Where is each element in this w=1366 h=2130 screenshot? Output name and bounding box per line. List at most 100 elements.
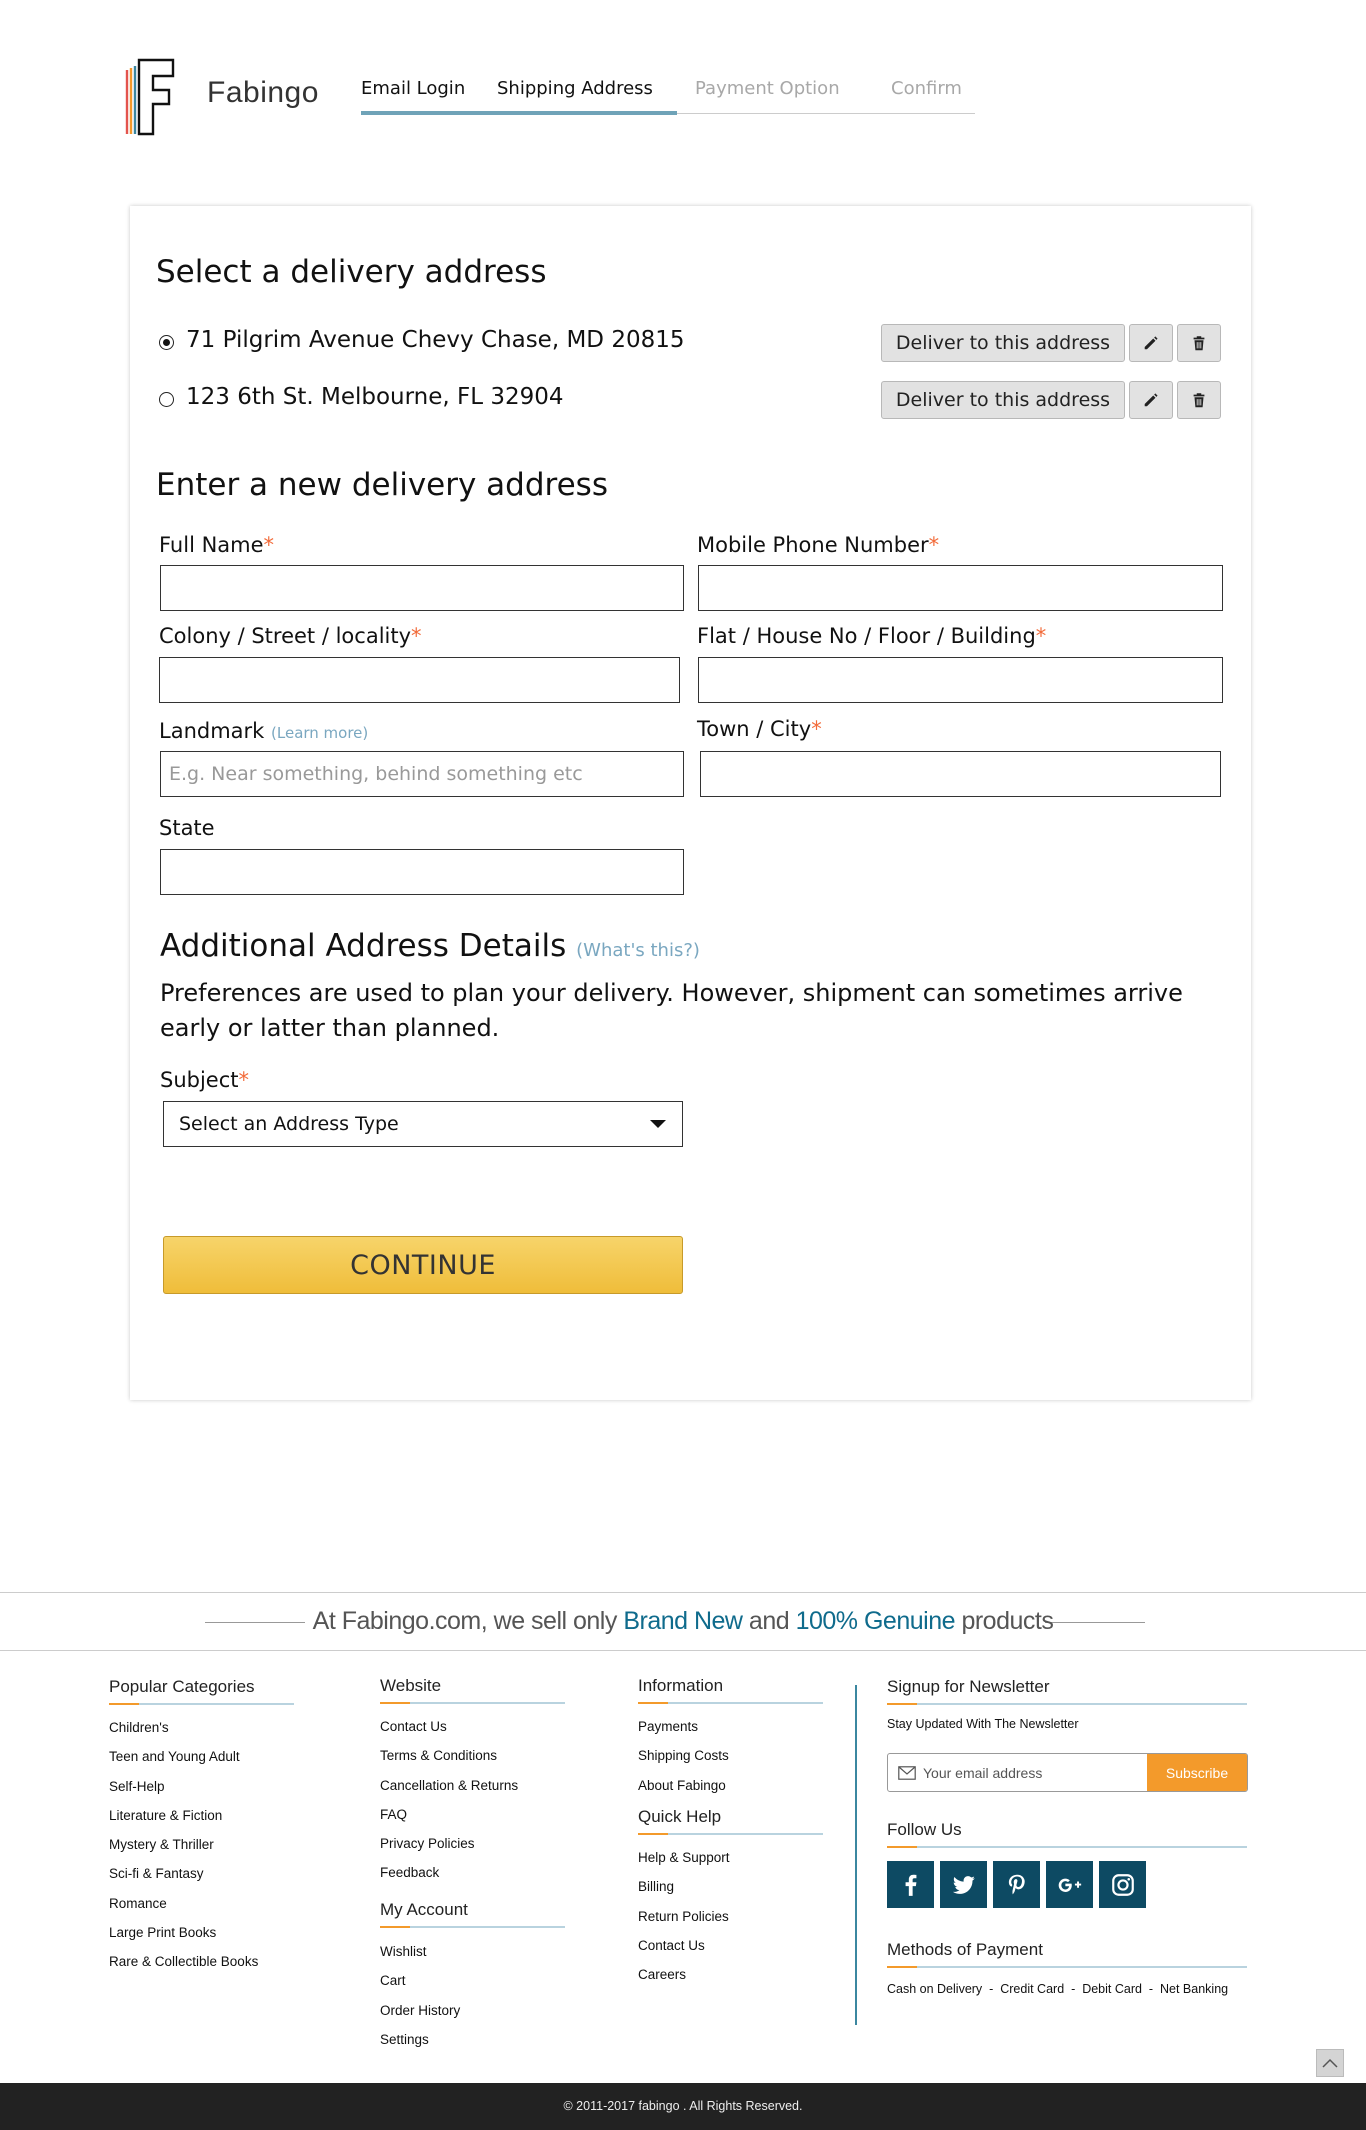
- newsletter-subtitle: Stay Updated With The Newsletter: [887, 1717, 1079, 1731]
- genuine-products-band: At Fabingo.com, we sell only Brand New a…: [0, 1592, 1366, 1651]
- newsletter-email-input[interactable]: [923, 1754, 1163, 1791]
- select-value: Select an Address Type: [179, 1113, 399, 1135]
- whats-this-link[interactable]: (What's this?): [576, 940, 700, 961]
- fabingo-logo[interactable]: [125, 58, 177, 136]
- delete-address-button[interactable]: [1177, 381, 1221, 419]
- town-city-input[interactable]: [700, 751, 1221, 797]
- additional-details-title: Additional Address Details (What's this?…: [160, 928, 700, 964]
- delivery-preferences-text: Preferences are used to plan your delive…: [160, 979, 1183, 1042]
- information-list: Payments Shipping Costs About Fabingo: [638, 1712, 729, 1800]
- scroll-to-top-button[interactable]: [1316, 2049, 1344, 2077]
- footer-link[interactable]: Order History: [380, 1996, 460, 2025]
- pencil-icon: [1144, 336, 1158, 350]
- envelope-icon: [898, 1766, 916, 1780]
- copyright: © 2011-2017 fabingo . All Rights Reserve…: [0, 2083, 1366, 2130]
- popular-categories-list: Children's Teen and Young Adult Self-Hel…: [109, 1713, 258, 1977]
- information-heading: Information: [638, 1676, 824, 1704]
- footer-link[interactable]: Literature & Fiction: [109, 1801, 258, 1830]
- town-label: Town / City*: [697, 717, 822, 741]
- step-payment-option: Payment Option: [695, 78, 840, 99]
- footer-link[interactable]: About Fabingo: [638, 1771, 729, 1800]
- address-text: 123 6th St. Melbourne, FL 32904: [186, 384, 564, 410]
- pinterest-icon[interactable]: [993, 1861, 1040, 1908]
- state-input[interactable]: [160, 849, 684, 895]
- subject-label: Subject*: [160, 1068, 250, 1092]
- step-shipping-address[interactable]: Shipping Address: [497, 78, 653, 99]
- state-label: State: [159, 816, 215, 840]
- footer-link[interactable]: Cancellation & Returns: [380, 1771, 518, 1800]
- footer-link[interactable]: Sci-fi & Fantasy: [109, 1859, 258, 1888]
- website-heading: Website: [380, 1676, 566, 1704]
- footer-link[interactable]: Mystery & Thriller: [109, 1830, 258, 1859]
- address-radio[interactable]: [159, 392, 174, 407]
- learn-more-link[interactable]: (Learn more): [271, 724, 368, 742]
- popular-categories-heading: Popular Categories: [109, 1677, 294, 1705]
- trash-icon: [1193, 393, 1205, 408]
- footer-link[interactable]: Privacy Policies: [380, 1829, 518, 1858]
- footer-link[interactable]: Settings: [380, 2025, 460, 2054]
- footer-link[interactable]: Children's: [109, 1713, 258, 1742]
- full-name-label: Full Name*: [159, 533, 275, 557]
- footer-link[interactable]: Rare & Collectible Books: [109, 1947, 258, 1976]
- address-radio[interactable]: [159, 335, 174, 350]
- payment-methods-text: Cash on Delivery - Credit Card - Debit C…: [887, 1982, 1229, 1996]
- footer-link[interactable]: Help & Support: [638, 1843, 730, 1872]
- street-input[interactable]: [159, 657, 680, 703]
- footer-link[interactable]: Terms & Conditions: [380, 1741, 518, 1770]
- google-plus-icon[interactable]: [1046, 1861, 1093, 1908]
- step-email-login[interactable]: Email Login: [361, 78, 465, 99]
- footer-link[interactable]: Teen and Young Adult: [109, 1742, 258, 1771]
- landmark-input[interactable]: [160, 751, 684, 797]
- footer-link[interactable]: Contact Us: [638, 1931, 730, 1960]
- payment-methods-heading: Methods of Payment: [887, 1940, 1247, 1968]
- band-text: At Fabingo.com, we sell only Brand New a…: [312, 1607, 1054, 1635]
- trash-icon: [1193, 336, 1205, 351]
- footer-link[interactable]: Shipping Costs: [638, 1741, 729, 1770]
- footer-link[interactable]: Self-Help: [109, 1772, 258, 1801]
- footer-divider: [855, 1685, 857, 2025]
- street-label: Colony / Street / locality*: [159, 624, 422, 648]
- footer-link[interactable]: FAQ: [380, 1800, 518, 1829]
- facebook-icon[interactable]: [887, 1861, 934, 1908]
- step-confirm: Confirm: [891, 78, 962, 99]
- brand-name: Fabingo: [207, 76, 319, 109]
- saved-address-row: 123 6th St. Melbourne, FL 32904 Deliver …: [156, 381, 1221, 421]
- twitter-icon[interactable]: [940, 1861, 987, 1908]
- website-list: Contact Us Terms & Conditions Cancellati…: [380, 1712, 518, 1888]
- caret-down-icon: [650, 1120, 666, 1128]
- footer-link[interactable]: Large Print Books: [109, 1918, 258, 1947]
- my-account-heading: My Account: [380, 1900, 565, 1928]
- footer-link[interactable]: Careers: [638, 1960, 730, 1989]
- footer-link[interactable]: Contact Us: [380, 1712, 518, 1741]
- deliver-to-address-button[interactable]: Deliver to this address: [881, 324, 1125, 362]
- quick-help-heading: Quick Help: [638, 1807, 824, 1835]
- flat-input[interactable]: [698, 657, 1223, 703]
- footer-link[interactable]: Cart: [380, 1966, 460, 1995]
- footer-link[interactable]: Return Policies: [638, 1902, 730, 1931]
- footer-link[interactable]: Romance: [109, 1889, 258, 1918]
- chevron-up-icon: [1322, 2058, 1338, 2068]
- edit-address-button[interactable]: [1129, 381, 1173, 419]
- footer-link[interactable]: Payments: [638, 1712, 729, 1741]
- deliver-to-address-button[interactable]: Deliver to this address: [881, 381, 1125, 419]
- landmark-label: Landmark (Learn more): [159, 719, 369, 743]
- instagram-icon[interactable]: [1099, 1861, 1146, 1908]
- address-text: 71 Pilgrim Avenue Chevy Chase, MD 20815: [186, 327, 685, 353]
- pencil-icon: [1144, 393, 1158, 407]
- newsletter-form: Subscribe: [887, 1753, 1248, 1792]
- continue-button[interactable]: CONTINUE: [163, 1236, 683, 1294]
- full-name-input[interactable]: [160, 565, 684, 611]
- address-type-select[interactable]: Select an Address Type: [163, 1101, 683, 1147]
- newsletter-heading: Signup for Newsletter: [887, 1677, 1246, 1705]
- subscribe-button[interactable]: Subscribe: [1147, 1754, 1247, 1791]
- select-address-title: Select a delivery address: [156, 254, 547, 290]
- mobile-phone-input[interactable]: [698, 565, 1223, 611]
- quick-help-list: Help & Support Billing Return Policies C…: [638, 1843, 730, 1989]
- footer-link[interactable]: Wishlist: [380, 1937, 460, 1966]
- footer-link[interactable]: Feedback: [380, 1858, 518, 1887]
- saved-address-row: 71 Pilgrim Avenue Chevy Chase, MD 20815 …: [156, 324, 1221, 364]
- footer-link[interactable]: Billing: [638, 1872, 730, 1901]
- edit-address-button[interactable]: [1129, 324, 1173, 362]
- delete-address-button[interactable]: [1177, 324, 1221, 362]
- new-address-title: Enter a new delivery address: [156, 467, 608, 503]
